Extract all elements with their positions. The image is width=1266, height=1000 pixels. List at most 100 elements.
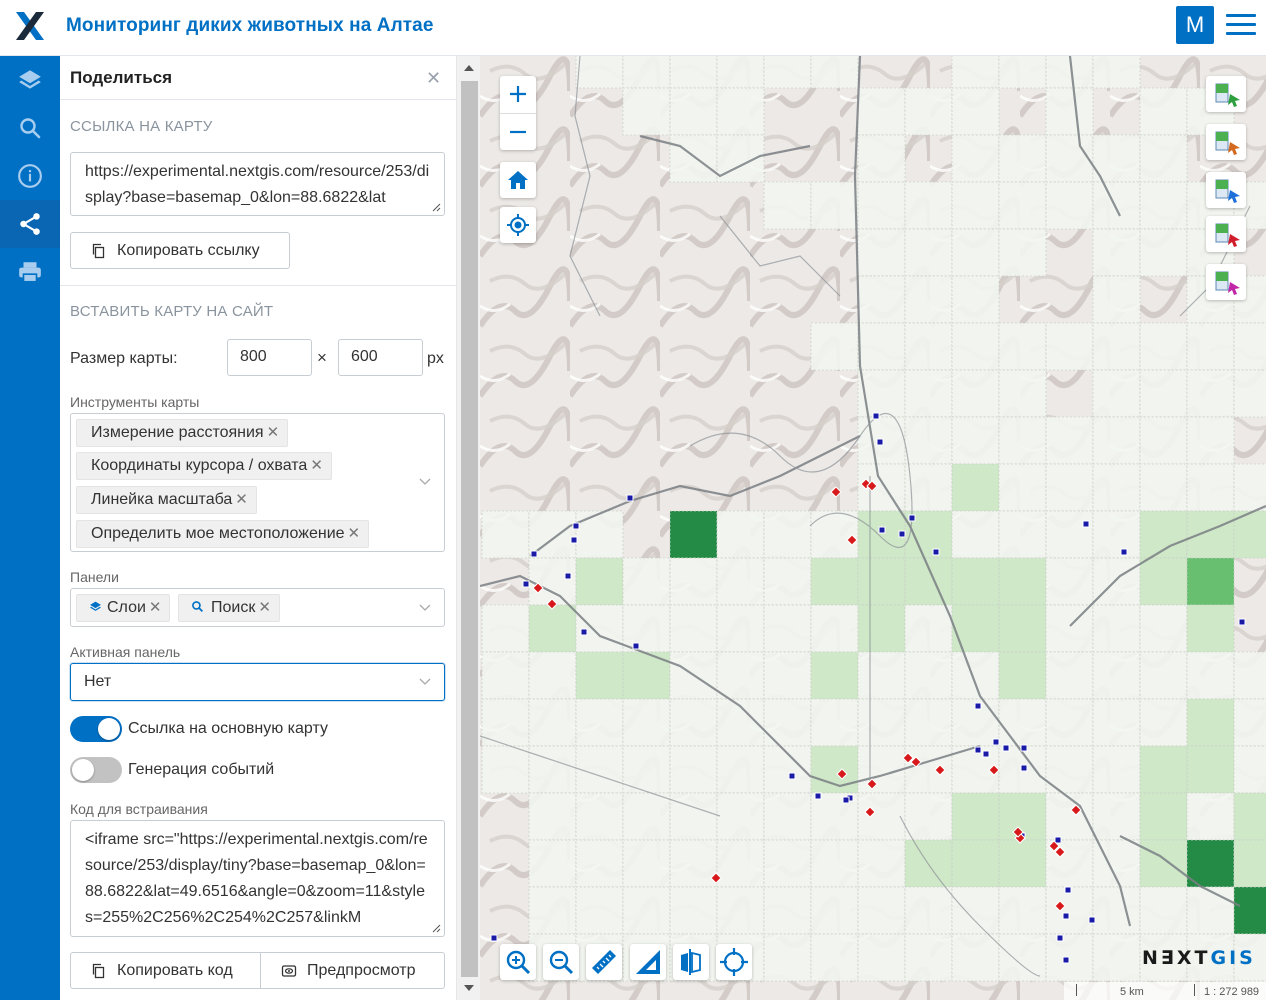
layer-toggle-orange[interactable] [1206,124,1246,160]
nav-search[interactable] [0,104,60,152]
locate-button[interactable] [500,207,536,243]
map-width-input[interactable]: 800 [227,339,312,376]
measure-area-tool[interactable] [630,944,666,980]
layer-orange-icon [1215,131,1240,155]
size-unit-label: px [427,350,444,367]
map-tools-select[interactable]: Измерение расстояния ✕ Координаты курсора… [70,413,445,552]
swipe-compare-tool[interactable] [673,944,709,980]
preview-button[interactable]: Предпросмотр [260,952,445,989]
resize-grip-icon[interactable] [431,923,441,933]
info-icon [18,164,42,188]
panel-title: Поделиться [70,68,173,87]
copy-code-button[interactable]: Копировать код [70,952,261,989]
remove-tag-icon[interactable]: ✕ [267,424,280,441]
locate-icon [507,214,529,236]
chevron-down-icon[interactable] [419,604,431,612]
remove-tag-icon[interactable]: ✕ [258,599,271,616]
home-button[interactable] [500,162,536,198]
layer-toggle-blue[interactable] [1206,172,1246,208]
nav-share[interactable] [0,200,60,248]
layer-blue-icon [1215,179,1240,203]
scale-distance: 5 km [1120,986,1144,998]
main-map-link-toggle[interactable] [70,716,122,742]
embed-code-text: <iframe src="https://experimental.nextgi… [85,831,428,926]
user-avatar[interactable]: M [1176,6,1214,44]
hamburger-menu-icon[interactable] [1224,10,1258,40]
copy-code-label: Копировать код [117,961,233,979]
brand-suffix: GIS [1210,947,1256,969]
active-panel-value: Нет [84,673,112,690]
map-link-textarea[interactable]: https://experimental.nextgis.com/resourc… [70,152,445,216]
scale-tick [1194,984,1195,996]
layer-red-icon [1215,223,1240,247]
chevron-down-icon[interactable] [419,478,431,486]
map-view[interactable]: N∃XTGIS 5 km 1 : 272 989 [480,56,1266,1000]
nav-info[interactable] [0,152,60,200]
zoom-out-box-tool[interactable] [543,944,579,980]
layer-toggle-green[interactable] [1206,76,1246,112]
scale-tick [1076,984,1077,996]
tool-tag: Координаты курсора / охвата ✕ [76,452,332,480]
nav-print[interactable] [0,248,60,296]
panel-scrollbar[interactable] [456,56,480,1000]
active-panel-select[interactable]: Нет [70,663,445,701]
remove-tag-icon[interactable]: ✕ [348,525,361,542]
home-icon [508,171,528,189]
panels-label: Панели [70,569,119,585]
tool-tag: Определить мое местоположение ✕ [76,520,370,548]
scroll-up-icon[interactable] [464,65,474,71]
identify-tool[interactable] [716,944,752,980]
copy-icon [92,963,105,978]
copy-link-button[interactable]: Копировать ссылку [70,232,290,269]
map-height-input[interactable]: 600 [338,339,423,376]
tool-tag-label: Линейка масштаба [91,491,233,508]
map-tools-label: Инструменты карты [70,394,200,410]
panels-select[interactable]: Слои ✕ Поиск ✕ [70,588,445,627]
share-panel: Поделиться ✕ ССЫЛКА НА КАРТУ https://exp… [60,56,456,1000]
zoom-out-icon[interactable] [508,122,528,142]
panel-tag-label: Поиск [211,599,256,616]
search-icon [20,118,41,139]
preview-label: Предпросмотр [307,961,416,979]
link-section-heading: ССЫЛКА НА КАРТУ [70,118,213,135]
ruler-icon [592,950,616,974]
app-title: Мониторинг диких животных на Алтае [66,15,434,36]
scroll-down-icon[interactable] [464,985,474,991]
nextgis-logo-icon[interactable] [14,10,46,42]
zoom-in-magnifier-icon [506,950,531,975]
tool-tag: Линейка масштаба ✕ [76,486,257,514]
brand-prefix: N∃XT [1142,947,1211,969]
chevron-down-icon [419,678,431,685]
scale-ratio: 1 : 272 989 [1204,986,1260,998]
tool-tag: Измерение расстояния ✕ [76,419,289,447]
panel-tag: Поиск ✕ [178,594,280,622]
panel-tag: Слои ✕ [76,594,171,622]
share-icon [20,213,40,235]
map-canvas[interactable] [480,56,1266,1000]
toggle-knob [98,718,120,740]
layer-green-icon [1215,83,1240,107]
close-icon[interactable]: ✕ [426,68,441,89]
layers-icon [19,70,41,89]
scroll-thumb[interactable] [461,81,478,977]
zoom-out-magnifier-icon [549,950,574,975]
nav-layers[interactable] [0,56,60,104]
zoom-in-box-tool[interactable] [500,944,536,980]
nextgis-brand: N∃XTGIS [1142,947,1256,969]
layer-toggle-red[interactable] [1206,216,1246,252]
size-times-sign: × [317,348,327,367]
resize-grip-icon[interactable] [431,202,441,212]
embed-code-textarea[interactable]: <iframe src="https://experimental.nextgi… [70,820,445,937]
remove-tag-icon[interactable]: ✕ [310,457,323,474]
crosshair-icon [720,948,748,976]
scale-bar: 5 km 1 : 272 989 [1064,982,1266,1000]
events-label: Генерация событий [128,761,275,778]
events-toggle[interactable] [70,757,122,783]
layer-toggle-magenta[interactable] [1206,264,1246,300]
app-header: Мониторинг диких животных на Алтае M [0,0,1266,56]
zoom-in-icon[interactable] [508,84,528,104]
main-map-link-label: Ссылка на основную карту [128,720,328,737]
remove-tag-icon[interactable]: ✕ [149,599,162,616]
measure-distance-tool[interactable] [586,944,622,980]
remove-tag-icon[interactable]: ✕ [235,491,248,508]
